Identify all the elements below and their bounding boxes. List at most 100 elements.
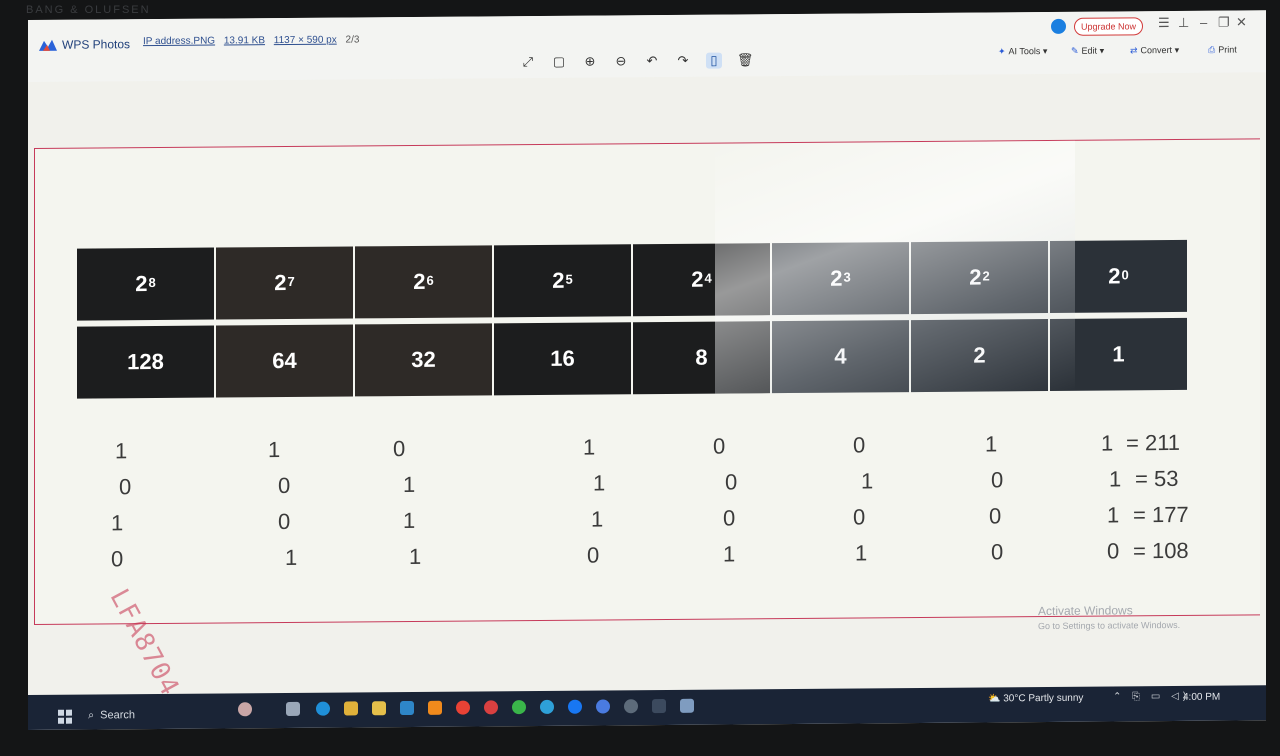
- binary-conversions: 1 1 0 1 0 0 1 1 = 211 0 0 1 1 0 1 0 1 = …: [93, 430, 1213, 589]
- system-tray[interactable]: ⌃ ⎘ ▭ ◁): [1113, 691, 1190, 703]
- zoom-in-icon[interactable]: ⊕: [582, 54, 598, 70]
- messenger-icon[interactable]: [596, 699, 610, 714]
- power-cell: 24: [633, 243, 770, 317]
- bit: 0: [278, 508, 291, 535]
- power-cell: 26: [355, 245, 492, 319]
- ai-tools-menu[interactable]: ✦ AI Tools ▾: [998, 46, 1047, 57]
- screen: WPS Photos IP address.PNG 13.91 KB 1137 …: [28, 10, 1266, 731]
- edit-icon: ✎: [1071, 45, 1079, 56]
- store-icon[interactable]: [344, 701, 358, 716]
- hand-tool-icon[interactable]: ▯: [706, 52, 722, 69]
- bit: 0: [278, 472, 291, 499]
- wps-photos-taskbar-icon[interactable]: [652, 698, 666, 714]
- wps-office-icon[interactable]: [484, 700, 498, 715]
- bit: 0: [853, 504, 866, 530]
- values-row: 128 64 32 16 8 4 2 1: [77, 317, 1189, 399]
- bit: 1: [1107, 502, 1120, 528]
- power-cell: 23: [772, 242, 909, 316]
- value-cell: 128: [77, 325, 214, 399]
- zoom-out-icon[interactable]: ⊖: [613, 53, 629, 69]
- value-cell: 64: [216, 324, 353, 398]
- weather-text: 30°C Partly sunny: [1003, 692, 1084, 705]
- clock[interactable]: 4:00 PM: [1183, 692, 1220, 703]
- bit: 0: [725, 469, 738, 495]
- bit: 0: [111, 546, 124, 572]
- value-cell: 8: [633, 321, 770, 395]
- wps-logo-icon: [39, 39, 57, 51]
- value-cell: 1: [1050, 317, 1187, 391]
- whatsapp-icon[interactable]: [512, 700, 526, 715]
- power-cell: 25: [494, 244, 631, 318]
- minimize-icon[interactable]: –: [1200, 15, 1207, 30]
- facebook-icon[interactable]: [568, 699, 582, 714]
- print-button[interactable]: ⎙ Print: [1208, 45, 1237, 56]
- weather-widget[interactable]: ⛅ 30°C Partly sunny: [988, 693, 1083, 705]
- chrome-icon[interactable]: [456, 700, 470, 715]
- value-cell: 2: [911, 318, 1048, 393]
- value-cell: 32: [355, 323, 492, 397]
- pen-tool-icon[interactable]: [680, 698, 694, 713]
- user-avatar[interactable]: [1051, 18, 1066, 34]
- app-icon[interactable]: [624, 699, 638, 714]
- weather-icon: ⛅: [988, 693, 1004, 705]
- task-view-icon[interactable]: [286, 701, 300, 716]
- bit: 1: [723, 541, 736, 567]
- windows-start-icon[interactable]: [58, 709, 72, 724]
- powers-of-two-table: 28 27 26 25 24 23 22 20 128 64 32 16 8 4…: [77, 239, 1189, 405]
- file-size: 13.91 KB: [223, 35, 266, 47]
- bit: 1: [985, 431, 998, 457]
- bit: 1: [583, 434, 596, 460]
- bit: 1: [591, 506, 604, 532]
- fullscreen-icon[interactable]: ⤢: [520, 54, 536, 70]
- search-label: Search: [100, 709, 136, 722]
- bit: 0: [1107, 538, 1120, 564]
- image-dimensions: 1137 × 590 px: [273, 34, 337, 47]
- image-counter: 2/3: [345, 34, 360, 46]
- file-info: IP address.PNG 13.91 KB 1137 × 590 px 2/…: [143, 34, 365, 47]
- bit: 1: [285, 544, 298, 570]
- fit-window-icon[interactable]: ▢: [551, 54, 567, 70]
- power-cell: 20: [1050, 239, 1187, 313]
- bit: 0: [989, 503, 1002, 529]
- restore-icon[interactable]: ❐: [1218, 15, 1230, 31]
- mail-icon[interactable]: [400, 700, 414, 716]
- menu-icon[interactable]: ☰: [1158, 15, 1170, 31]
- convert-label: Convert: [1140, 45, 1173, 56]
- displayed-image: 28 27 26 25 24 23 22 20 128 64 32 16 8 4…: [34, 138, 1260, 701]
- value-cell: 4: [772, 320, 909, 394]
- activate-title: Activate Windows: [1038, 603, 1133, 619]
- file-name[interactable]: IP address.PNG: [143, 36, 215, 48]
- bit: 1: [111, 510, 124, 536]
- app-titlebar: WPS Photos IP address.PNG 13.91 KB 1137 …: [28, 10, 1266, 82]
- bit: 1: [115, 438, 128, 464]
- bit: 0: [991, 467, 1004, 493]
- rotate-left-icon[interactable]: ↶: [644, 53, 660, 69]
- edge-icon[interactable]: [316, 701, 330, 716]
- binary-row: 0 1 1 0 1 1 0 0 = 108: [93, 538, 1213, 577]
- decimal-result: = 53: [1135, 465, 1179, 492]
- power-cell: 22: [911, 240, 1048, 315]
- edit-label: Edit: [1081, 45, 1098, 56]
- convert-menu[interactable]: ⇄ Convert ▾: [1130, 45, 1179, 56]
- rotate-right-icon[interactable]: ↷: [675, 53, 691, 69]
- bit: 1: [593, 470, 606, 496]
- binary-row: 1 1 0 1 0 0 1 1 = 211: [93, 430, 1213, 469]
- app-name: WPS Photos: [62, 37, 131, 52]
- file-explorer-icon[interactable]: [372, 701, 386, 716]
- upgrade-now-button[interactable]: Upgrade Now: [1074, 17, 1144, 36]
- taskbar-widget-icon[interactable]: [238, 702, 252, 717]
- edit-menu[interactable]: ✎ Edit ▾: [1071, 46, 1104, 57]
- bit: 0: [991, 539, 1004, 565]
- pin-icon[interactable]: ⊥: [1178, 15, 1189, 31]
- decimal-result: = 108: [1133, 537, 1189, 564]
- close-icon[interactable]: ✕: [1236, 14, 1247, 30]
- binary-row: 1 0 1 1 0 0 0 1 = 177: [93, 502, 1213, 541]
- telegram-icon[interactable]: [540, 699, 554, 714]
- value-cell: 16: [494, 322, 631, 396]
- taskbar-search[interactable]: ⌕ Search: [88, 704, 228, 725]
- bit: 1: [409, 543, 422, 570]
- bit: 1: [855, 540, 868, 566]
- delete-icon[interactable]: 🗑: [737, 52, 754, 68]
- bit: 1: [861, 468, 874, 494]
- vlc-icon[interactable]: [428, 700, 442, 715]
